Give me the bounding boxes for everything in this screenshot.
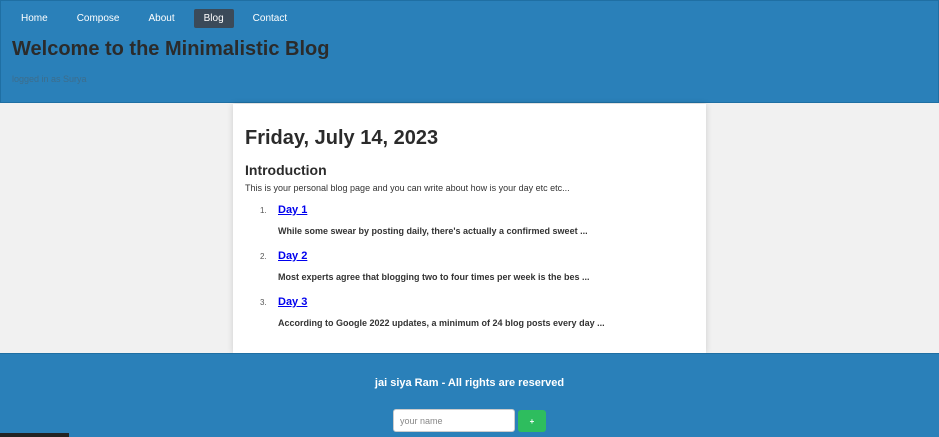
post-excerpt: Most experts agree that blogging two to …	[278, 272, 590, 282]
nav-blog[interactable]: Blog	[193, 9, 234, 28]
blog-card: Friday, July 14, 2023 Introduction This …	[233, 104, 706, 353]
post-date: Friday, July 14, 2023	[245, 127, 439, 149]
footer-copyright: jai siya Ram - All rights are reserved	[374, 377, 565, 389]
nav-compose[interactable]: Compose	[67, 9, 130, 28]
site-header: Home Compose About Blog Contact Welcome …	[0, 0, 939, 103]
submit-button[interactable]: +	[518, 410, 546, 432]
post-link-day-2[interactable]: Day 2	[278, 250, 307, 262]
logged-in-status: logged in as Surya	[12, 74, 87, 84]
list-number: 1.	[260, 206, 267, 215]
nav-about[interactable]: About	[139, 9, 185, 28]
name-input[interactable]	[393, 409, 515, 432]
post-excerpt: According to Google 2022 updates, a mini…	[278, 318, 605, 328]
post-link-day-3[interactable]: Day 3	[278, 296, 307, 308]
post-link-day-1[interactable]: Day 1	[278, 204, 307, 216]
bottom-edge-bar	[0, 433, 69, 437]
main-nav: Home Compose About Blog Contact	[11, 9, 306, 28]
site-title: Welcome to the Minimalistic Blog	[12, 38, 330, 60]
nav-contact[interactable]: Contact	[243, 9, 297, 28]
list-number: 2.	[260, 252, 267, 261]
nav-home[interactable]: Home	[11, 9, 58, 28]
post-excerpt: While some swear by posting daily, there…	[278, 226, 588, 236]
intro-text: This is your personal blog page and you …	[245, 183, 570, 193]
intro-heading: Introduction	[245, 162, 327, 178]
list-number: 3.	[260, 298, 267, 307]
site-footer: jai siya Ram - All rights are reserved +	[0, 353, 939, 437]
